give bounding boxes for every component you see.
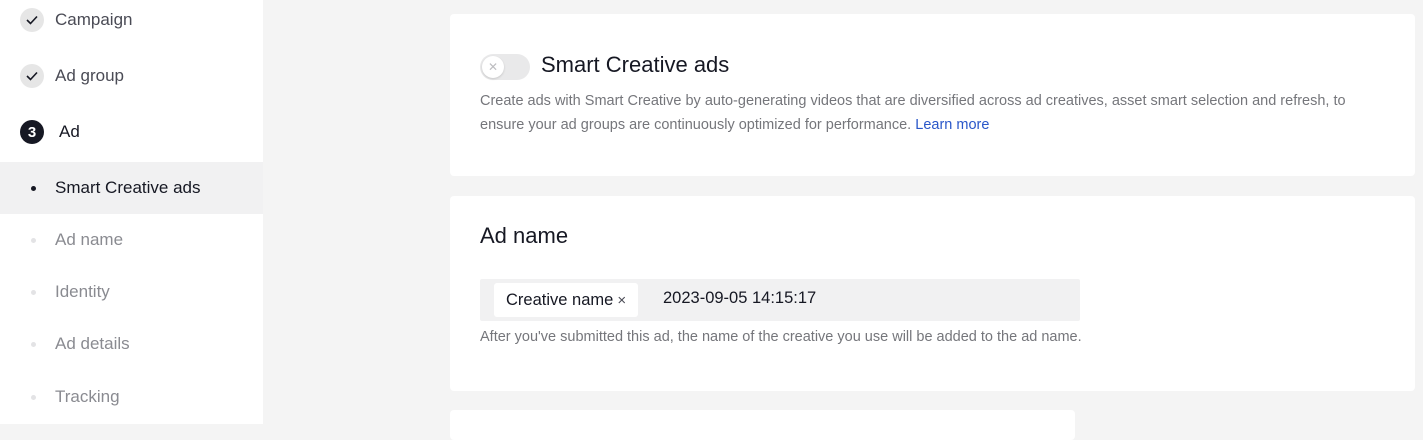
- smart-creative-title: Smart Creative ads: [541, 52, 730, 77]
- creative-name-tag: Creative name ×: [494, 283, 639, 317]
- smart-creative-card: ✕ Smart Creative ads Create ads with Sma…: [450, 14, 1415, 176]
- sidebar-item-smart-creative-ads[interactable]: Smart Creative ads: [0, 162, 263, 214]
- step-label: Ad group: [55, 66, 124, 85]
- sidebar-item-ad-name[interactable]: Ad name: [0, 214, 263, 266]
- learn-more-link[interactable]: Learn more: [915, 117, 989, 133]
- description-text: Create ads with Smart Creative by auto-g…: [480, 93, 1346, 133]
- sidebar-item-tracking[interactable]: Tracking: [0, 371, 263, 423]
- sidebar-item-label: Ad details: [55, 334, 130, 353]
- bullet-icon: [31, 394, 36, 400]
- step-label: Campaign: [55, 10, 133, 29]
- smart-creative-description: Create ads with Smart Creative by auto-g…: [480, 89, 1360, 137]
- ad-name-title: Ad name: [480, 223, 569, 248]
- check-icon: [20, 8, 44, 32]
- close-icon: ✕: [482, 56, 504, 78]
- smart-creative-toggle[interactable]: ✕: [480, 54, 530, 80]
- sidebar-nav: Campaign Ad group 3 Ad Smart Creative ad…: [0, 0, 263, 424]
- step-campaign[interactable]: Campaign: [0, 0, 263, 42]
- step-ad-group[interactable]: Ad group: [0, 54, 263, 98]
- bullet-icon: [31, 237, 36, 243]
- sidebar-item-label: Smart Creative ads: [55, 178, 201, 197]
- next-section-card: [450, 410, 1075, 440]
- tag-label: Creative name: [506, 290, 614, 309]
- step-ad[interactable]: 3 Ad: [0, 110, 263, 154]
- ad-name-value: 2023-09-05 14:15:17: [663, 289, 817, 307]
- remove-tag-icon[interactable]: ×: [617, 292, 626, 309]
- sidebar-item-label: Tracking: [55, 387, 120, 406]
- step-label: Ad: [59, 122, 80, 141]
- step-number-badge: 3: [20, 120, 44, 144]
- sidebar-item-label: Identity: [55, 282, 110, 301]
- bullet-icon: [31, 341, 36, 347]
- ad-name-input[interactable]: Creative name × 2023-09-05 14:15:17: [480, 279, 1080, 321]
- bullet-icon: [31, 289, 36, 295]
- bullet-icon: [31, 185, 36, 191]
- sidebar-item-identity[interactable]: Identity: [0, 266, 263, 318]
- check-icon: [20, 64, 44, 88]
- sidebar-item-ad-details[interactable]: Ad details: [0, 318, 263, 370]
- ad-name-helper-text: After you've submitted this ad, the name…: [480, 329, 1082, 345]
- ad-name-card: Ad name Creative name × 2023-09-05 14:15…: [450, 196, 1415, 391]
- sidebar-item-label: Ad name: [55, 230, 124, 249]
